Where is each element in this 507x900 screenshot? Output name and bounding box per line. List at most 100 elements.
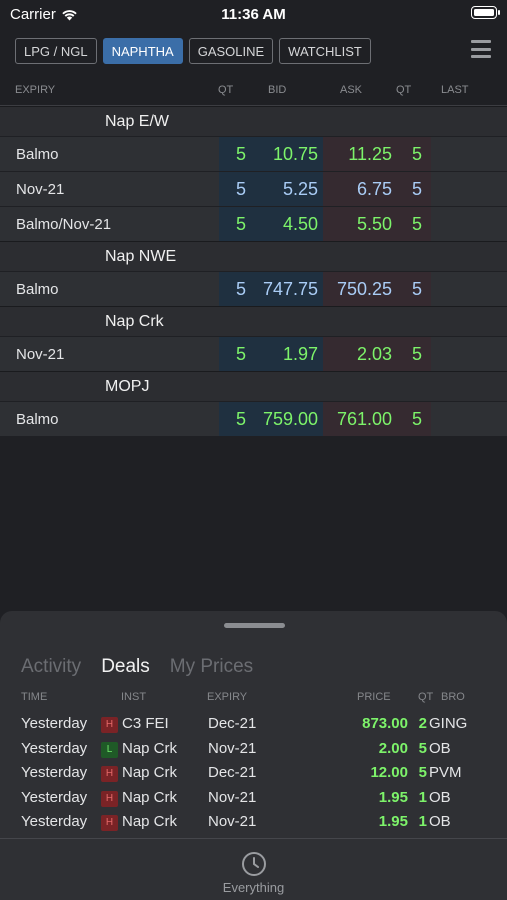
deal-inst: Nap Crk xyxy=(122,788,178,806)
col-last: LAST xyxy=(441,84,469,96)
deal-expiry: Nov-21 xyxy=(208,739,257,757)
deal-broker: GING xyxy=(429,715,468,732)
deal-price: 1.95 xyxy=(378,788,408,806)
bottom-sheet: Activity Deals My Prices TIME INST EXPIR… xyxy=(0,611,507,900)
clock-icon xyxy=(241,852,266,876)
deal-time: Yesterday xyxy=(21,739,88,757)
group-title: MOPJ xyxy=(0,371,507,401)
col-ask: ASK xyxy=(340,84,363,96)
deal-inst: Nap Crk xyxy=(122,764,178,781)
bid-qty: 5 xyxy=(235,344,246,364)
deal-broker: OB xyxy=(429,788,451,806)
deal-qty: 5 xyxy=(418,739,427,757)
deal-row[interactable]: Yesterday H Nap Crk Nov-21 1.95 1 OB xyxy=(0,810,507,835)
nav-label: Everything xyxy=(222,880,285,895)
bid-qty: 5 xyxy=(235,214,246,234)
side-badge: H xyxy=(101,790,118,807)
col-expiry: EXPIRY xyxy=(207,691,248,703)
price-row[interactable]: Balmo 5 747.75 750.25 5 xyxy=(0,271,507,306)
col-qt: QT xyxy=(418,691,434,703)
col-bid: BID xyxy=(268,84,287,96)
deal-row[interactable]: Yesterday H Nap Crk Dec-21 12.00 5 PVM xyxy=(0,761,507,786)
group-title: Nap NWE xyxy=(0,241,507,271)
deals-list: Yesterday H C3 FEI Dec-21 873.00 2 GING … xyxy=(0,712,507,835)
tab-watchlist[interactable]: WATCHLIST xyxy=(279,38,371,64)
bid-price[interactable]: 5.25 xyxy=(250,179,318,200)
deal-qty: 5 xyxy=(418,764,427,781)
drag-handle[interactable] xyxy=(224,623,285,628)
deal-row[interactable]: Yesterday H C3 FEI Dec-21 873.00 2 GING xyxy=(0,712,507,737)
row-expiry: Nov-21 xyxy=(16,346,65,363)
bid-price[interactable]: 759.00 xyxy=(250,409,318,430)
price-row[interactable]: Nov-21 5 1.97 2.03 5 xyxy=(0,336,507,371)
ask-qty: 5 xyxy=(411,179,422,199)
deal-price: 873.00 xyxy=(362,715,408,732)
ask-price[interactable]: 2.03 xyxy=(325,344,392,365)
deal-row[interactable]: Yesterday L Nap Crk Nov-21 2.00 5 OB xyxy=(0,737,507,762)
price-row[interactable]: Balmo 5 10.75 11.25 5 xyxy=(0,136,507,171)
col-expiry: EXPIRY xyxy=(15,84,56,96)
tab-gasoline[interactable]: GASOLINE xyxy=(188,38,274,64)
price-row[interactable]: Balmo/Nov-21 5 4.50 5.50 5 xyxy=(0,206,507,241)
tab-my-prices[interactable]: My Prices xyxy=(170,656,253,678)
col-bro: BRO xyxy=(441,691,465,703)
price-row[interactable]: Balmo 5 759.00 761.00 5 xyxy=(0,401,507,436)
column-header: EXPIRY QT BID ASK QT LAST xyxy=(0,80,507,106)
status-bar: Carrier 11:36 AM xyxy=(0,0,507,30)
deal-expiry: Nov-21 xyxy=(208,788,257,806)
deal-qty: 2 xyxy=(418,715,427,732)
tab-naphtha[interactable]: NAPHTHA xyxy=(102,38,183,64)
ask-qty: 5 xyxy=(411,144,422,164)
deal-time: Yesterday xyxy=(21,813,88,830)
group-title: Nap Crk xyxy=(0,306,507,336)
clock-time: 11:36 AM xyxy=(221,6,286,23)
tab-activity[interactable]: Activity xyxy=(21,656,81,678)
group-title: Nap E/W xyxy=(0,106,507,136)
tab-deals[interactable]: Deals xyxy=(101,656,150,678)
bid-price[interactable]: 1.97 xyxy=(250,344,318,365)
side-badge: H xyxy=(101,766,118,782)
deal-inst: C3 FEI xyxy=(122,715,169,732)
col-inst: INST xyxy=(121,691,147,703)
side-badge: H xyxy=(101,717,118,733)
bid-price[interactable]: 747.75 xyxy=(250,279,318,300)
bid-qty: 5 xyxy=(235,179,246,199)
row-expiry: Balmo xyxy=(16,411,59,428)
deal-price: 2.00 xyxy=(378,739,408,757)
price-row[interactable]: Nov-21 5 5.25 6.75 5 xyxy=(0,171,507,206)
deal-expiry: Dec-21 xyxy=(208,764,257,781)
bid-price[interactable]: 10.75 xyxy=(250,144,318,165)
ask-price[interactable]: 11.25 xyxy=(325,144,392,165)
deals-header: TIME INST EXPIRY PRICE QT BRO xyxy=(0,691,507,707)
deal-qty: 1 xyxy=(418,813,427,830)
deal-expiry: Nov-21 xyxy=(208,813,257,830)
ask-price[interactable]: 750.25 xyxy=(325,279,392,300)
ask-qty: 5 xyxy=(411,214,422,234)
deal-price: 12.00 xyxy=(370,764,408,781)
deal-inst: Nap Crk xyxy=(122,739,178,757)
tab-lpg-ngl[interactable]: LPG / NGL xyxy=(15,38,97,64)
sheet-tabs: Activity Deals My Prices xyxy=(21,656,253,678)
col-ask-qt: QT xyxy=(396,84,412,96)
ask-price[interactable]: 6.75 xyxy=(325,179,392,200)
row-expiry: Balmo/Nov-21 xyxy=(16,216,112,233)
bid-qty: 5 xyxy=(235,409,246,429)
side-badge: H xyxy=(101,815,118,831)
deal-broker: OB xyxy=(429,813,451,830)
deal-broker: OB xyxy=(429,739,451,757)
ask-price[interactable]: 5.50 xyxy=(325,214,392,235)
side-badge: L xyxy=(101,741,118,758)
col-time: TIME xyxy=(21,691,48,703)
deal-price: 1.95 xyxy=(378,813,408,830)
deal-time: Yesterday xyxy=(21,715,88,732)
ask-qty: 5 xyxy=(411,344,422,364)
hamburger-menu-icon[interactable] xyxy=(471,40,491,58)
bid-qty: 5 xyxy=(235,144,246,164)
market-tabs: LPG / NGL NAPHTHA GASOLINE WATCHLIST xyxy=(15,38,371,64)
deal-row[interactable]: Yesterday H Nap Crk Nov-21 1.95 1 OB xyxy=(0,786,507,811)
deal-qty: 1 xyxy=(418,788,427,806)
deal-expiry: Dec-21 xyxy=(208,715,257,732)
bottom-nav-everything[interactable]: Everything xyxy=(0,851,507,895)
ask-price[interactable]: 761.00 xyxy=(325,409,392,430)
bid-price[interactable]: 4.50 xyxy=(250,214,318,235)
